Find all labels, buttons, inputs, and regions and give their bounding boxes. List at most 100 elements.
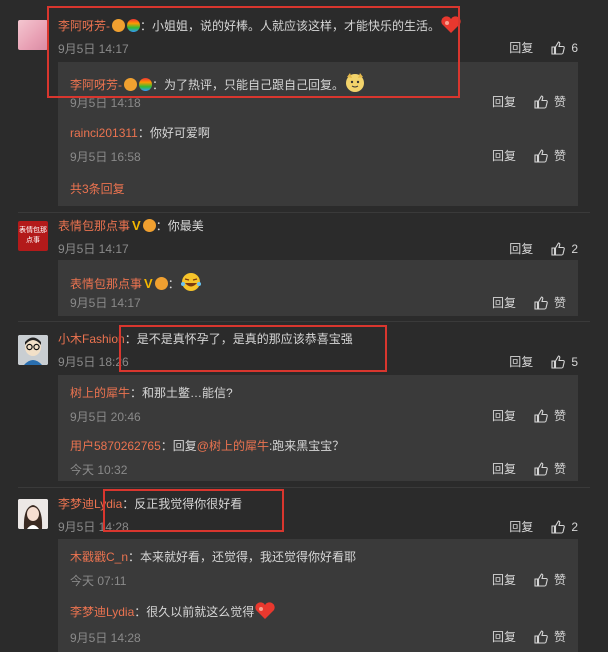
reply-button[interactable]: 回复	[492, 147, 516, 164]
divider	[18, 212, 590, 213]
like-count: 2	[571, 241, 578, 256]
heart-emoji-icon	[254, 602, 276, 624]
thumbs-up-icon	[551, 354, 566, 369]
comment-username[interactable]: 表情包那点事	[58, 219, 130, 233]
reply-time: 9月5日 14:28	[70, 631, 141, 645]
like-button[interactable]: 5	[551, 355, 578, 369]
like-button[interactable]: 赞	[534, 294, 566, 311]
comment-username[interactable]: 小木Fashion	[58, 332, 125, 346]
reply-actions: 回复 赞	[492, 460, 566, 477]
comment-time: 9月5日 14:17	[58, 242, 129, 256]
reply-box: 木戳戳C_n：本来就好看，还觉得，我还觉得你好看耶 今天 07:11 回复 赞 …	[58, 539, 578, 652]
like-label: 赞	[553, 462, 566, 476]
avatar[interactable]	[18, 20, 48, 50]
reply-username[interactable]: 木戳戳C_n	[70, 550, 128, 564]
thumbs-up-icon	[534, 295, 548, 310]
like-button[interactable]: 赞	[534, 571, 566, 588]
reply-username[interactable]: 用户5870262765	[70, 439, 161, 453]
like-button[interactable]: 赞	[534, 147, 566, 164]
verified-v-icon: V	[132, 218, 141, 233]
reply-button[interactable]: 回复	[492, 460, 516, 477]
like-button[interactable]: 赞	[534, 628, 566, 645]
divider	[18, 321, 590, 322]
highlight-box	[119, 325, 387, 372]
view-all-replies-link[interactable]: 共3条回复	[70, 180, 125, 197]
avatar[interactable]	[18, 335, 48, 365]
like-button[interactable]: 2	[551, 242, 578, 256]
verified-v-icon: V	[144, 276, 153, 291]
reply-text: ：和那土鳖…能信?	[130, 386, 233, 400]
comment-actions: 回复 2	[509, 518, 578, 535]
like-count: 5	[571, 354, 578, 369]
reply-content: 用户5870262765：回复@树上的犀牛:跑来黑宝宝？	[70, 438, 344, 454]
like-button[interactable]: 赞	[534, 460, 566, 477]
like-label: 赞	[553, 296, 566, 310]
thumbs-up-icon	[534, 629, 548, 644]
highlight-box	[103, 489, 284, 532]
reply-content: rainci201311：你好可爱啊	[70, 125, 210, 141]
like-button[interactable]: 6	[551, 41, 578, 55]
member-badge-icon	[154, 277, 168, 290]
reply-button[interactable]: 回复	[509, 240, 533, 257]
reply-text: ：很久以前就这么觉得	[134, 605, 255, 619]
reply-time: 今天 07:11	[70, 574, 127, 588]
like-label: 赞	[553, 409, 566, 423]
laughing-emoji-icon	[180, 272, 202, 296]
reply-text: ：你好可爱啊	[137, 126, 210, 140]
comment-actions: 回复 6	[509, 39, 578, 56]
avatar[interactable]: 表情包那点事	[18, 221, 48, 251]
thumbs-up-icon	[534, 461, 548, 476]
thumbs-up-icon	[534, 148, 548, 163]
reply-content: 木戳戳C_n：本来就好看，还觉得，我还觉得你好看耶	[70, 549, 356, 565]
like-button[interactable]: 赞	[534, 407, 566, 424]
reply-actions: 回复 赞	[492, 147, 566, 164]
thumbs-up-icon	[534, 94, 548, 109]
reply-actions: 回复 赞	[492, 294, 566, 311]
reply-actions: 回复 赞	[492, 628, 566, 645]
like-button[interactable]: 2	[551, 520, 578, 534]
thumbs-up-icon	[534, 572, 548, 587]
reply-prefix: ：回复	[160, 439, 197, 453]
reply-button[interactable]: 回复	[492, 571, 516, 588]
reply-time: 9月5日 14:17	[70, 296, 141, 310]
comment-text: ：你最美	[155, 219, 204, 233]
reply-username[interactable]: 表情包那点事	[70, 277, 142, 291]
reply-button[interactable]: 回复	[509, 518, 533, 535]
reply-username[interactable]: 树上的犀牛	[70, 386, 130, 400]
reply-actions: 回复 赞	[492, 571, 566, 588]
reply-button[interactable]: 回复	[509, 39, 533, 56]
reply-text: ：	[167, 277, 180, 291]
mention-link[interactable]: @树上的犀牛	[197, 439, 269, 453]
reply-button[interactable]: 回复	[492, 407, 516, 424]
reply-actions: 回复 赞	[492, 407, 566, 424]
reply-content: 李梦迪Lydia：很久以前就这么觉得	[70, 602, 276, 624]
reply-button[interactable]: 回复	[492, 93, 516, 110]
reply-button[interactable]: 回复	[509, 353, 533, 370]
divider	[18, 487, 590, 488]
reply-actions: 回复 赞	[492, 93, 566, 110]
reply-username[interactable]: rainci201311	[70, 126, 138, 140]
reply-text: ：本来就好看，还觉得，我还觉得你好看耶	[128, 550, 357, 564]
reply-button[interactable]: 回复	[492, 628, 516, 645]
member-badge-icon	[142, 219, 156, 232]
reply-text: :跑来黑宝宝？	[268, 439, 345, 453]
comment-actions: 回复 2	[509, 240, 578, 257]
like-label: 赞	[553, 573, 566, 587]
reply-username[interactable]: 李梦迪Lydia	[70, 605, 134, 619]
like-button[interactable]: 赞	[534, 93, 566, 110]
like-count: 6	[571, 40, 578, 55]
like-label: 赞	[553, 630, 566, 644]
thumbs-up-icon	[551, 40, 566, 55]
comment-actions: 回复 5	[509, 353, 578, 370]
avatar[interactable]	[18, 499, 48, 529]
reply-content: 表情包那点事 V ：	[70, 272, 202, 296]
reply-content: 树上的犀牛：和那土鳖…能信?	[70, 385, 233, 401]
like-label: 赞	[553, 149, 566, 163]
reply-button[interactable]: 回复	[492, 294, 516, 311]
reply-time: 今天 10:32	[70, 463, 128, 477]
thumbs-up-icon	[551, 241, 566, 256]
highlight-box	[47, 6, 460, 98]
thumbs-up-icon	[534, 408, 548, 423]
reply-time: 9月5日 16:58	[70, 150, 141, 164]
reply-box: 树上的犀牛：和那土鳖…能信? 9月5日 20:46 回复 赞 用户5870262…	[58, 375, 578, 481]
